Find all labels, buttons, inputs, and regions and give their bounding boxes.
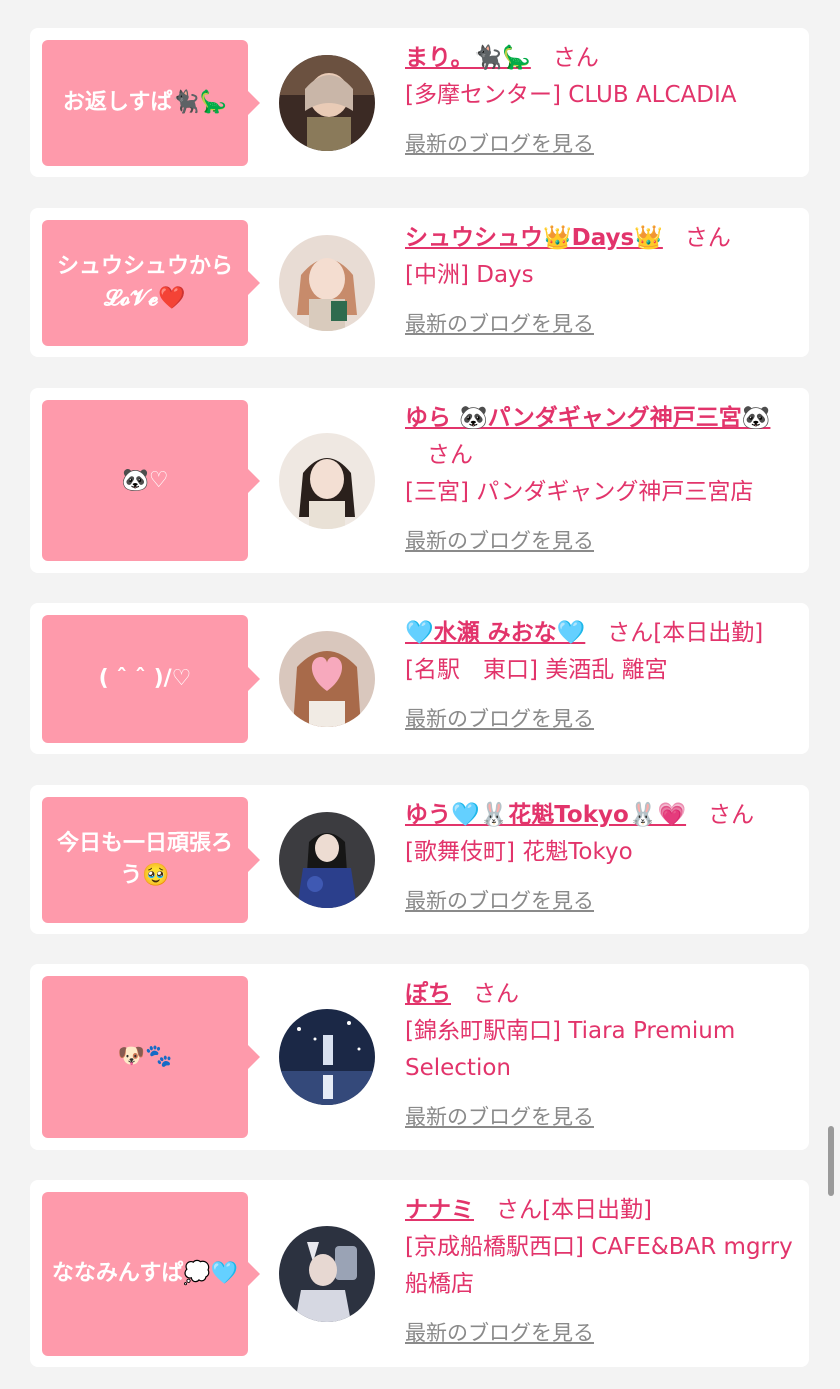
diary-card: 今日も一日頑張ろう🥹 ゆう🩵🐰花魁Tokyo🐰💗 さん [歌舞伎町] 花魁Toky…: [30, 785, 809, 934]
latest-blog-link[interactable]: 最新のブログを見る: [405, 523, 800, 560]
shop-name: [中洲] Days: [405, 262, 534, 288]
message-bubble[interactable]: シュウシュウから𝓛𝓸𝓥𝓮❤️: [42, 220, 260, 346]
avatar[interactable]: [279, 433, 375, 529]
san-label: さん: [473, 981, 519, 1007]
san-label: さん: [684, 225, 731, 251]
girl-name-link[interactable]: 🩵水瀬 みおな🩵: [405, 620, 585, 646]
shop-name: [三宮] パンダギャング神戸三宮店: [405, 479, 754, 505]
message-bubble[interactable]: ななみんすぱ💭🩵: [42, 1192, 260, 1356]
shop-name: [多摩センター] CLUB ALCADIA: [405, 82, 737, 108]
message-bubble[interactable]: 今日も一日頑張ろう🥹: [42, 797, 260, 923]
diary-list: お返しすぱ🐈‍⬛🦕 まり。🐈‍⬛🦕 さん [多摩センター] CLUB ALCADI…: [0, 0, 840, 1389]
girl-name-link[interactable]: ぽち: [405, 981, 451, 1007]
latest-blog-link[interactable]: 最新のブログを見る: [405, 701, 800, 738]
shop-name: [京成船橋駅西口] CAFE&BAR mgrry 船橋店: [405, 1234, 793, 1297]
latest-blog-link[interactable]: 最新のブログを見る: [405, 883, 800, 920]
avatar[interactable]: [279, 235, 375, 331]
girl-name-link[interactable]: シュウシュウ👑Days👑: [405, 225, 663, 251]
avatar[interactable]: [279, 1226, 375, 1322]
diary-card: ( ˆ ˆ )/♡ 🩵水瀬 みおな🩵 さん[本日出勤] [名駅 東口] 美酒乱 離…: [30, 603, 809, 754]
girl-name-link[interactable]: ゆら 🐼パンダギャング神戸三宮🐼: [405, 405, 770, 431]
message-bubble[interactable]: 🐶🐾: [42, 976, 260, 1138]
latest-blog-link[interactable]: 最新のブログを見る: [405, 1315, 800, 1352]
shop-name: [歌舞伎町] 花魁Tokyo: [405, 839, 633, 865]
message-bubble[interactable]: お返しすぱ🐈‍⬛🦕: [42, 40, 260, 166]
avatar[interactable]: [279, 1009, 375, 1105]
diary-card: ななみんすぱ💭🩵 ナナミ さん[本日出勤] [京成船橋駅西口] CAFE&BAR …: [30, 1180, 809, 1367]
diary-card: 🐼♡ ゆら 🐼パンダギャング神戸三宮🐼さん [三宮] パンダギャング神戸三宮店 …: [30, 388, 809, 573]
san-label: さん: [552, 45, 599, 71]
latest-blog-link[interactable]: 最新のブログを見る: [405, 306, 800, 343]
shop-name: [名駅 東口] 美酒乱 離宮: [405, 657, 668, 683]
diary-card: 🐶🐾 ぽち さん [錦糸町駅南口] Tiara Premium Selection…: [30, 964, 809, 1150]
girl-name-link[interactable]: ゆう🩵🐰花魁Tokyo🐰💗: [405, 802, 686, 828]
san-label: さん: [427, 442, 473, 468]
latest-blog-link[interactable]: 最新のブログを見る: [405, 126, 800, 163]
avatar[interactable]: [279, 55, 375, 151]
san-label: さん[本日出勤]: [607, 620, 764, 646]
avatar[interactable]: [279, 812, 375, 908]
san-label: さん: [708, 802, 755, 828]
san-label: さん[本日出勤]: [496, 1197, 652, 1223]
message-bubble[interactable]: ( ˆ ˆ )/♡: [42, 615, 260, 743]
diary-card: シュウシュウから𝓛𝓸𝓥𝓮❤️ シュウシュウ👑Days👑 さん [中洲] Days …: [30, 208, 809, 357]
scrollbar[interactable]: [828, 1126, 834, 1196]
shop-name: [錦糸町駅南口] Tiara Premium Selection: [405, 1018, 736, 1081]
latest-blog-link[interactable]: 最新のブログを見る: [405, 1099, 800, 1136]
message-bubble[interactable]: 🐼♡: [42, 400, 260, 561]
diary-card: お返しすぱ🐈‍⬛🦕 まり。🐈‍⬛🦕 さん [多摩センター] CLUB ALCADI…: [30, 28, 809, 177]
girl-name-link[interactable]: まり。🐈‍⬛🦕: [405, 45, 531, 71]
avatar[interactable]: [279, 631, 375, 727]
girl-name-link[interactable]: ナナミ: [405, 1197, 474, 1223]
